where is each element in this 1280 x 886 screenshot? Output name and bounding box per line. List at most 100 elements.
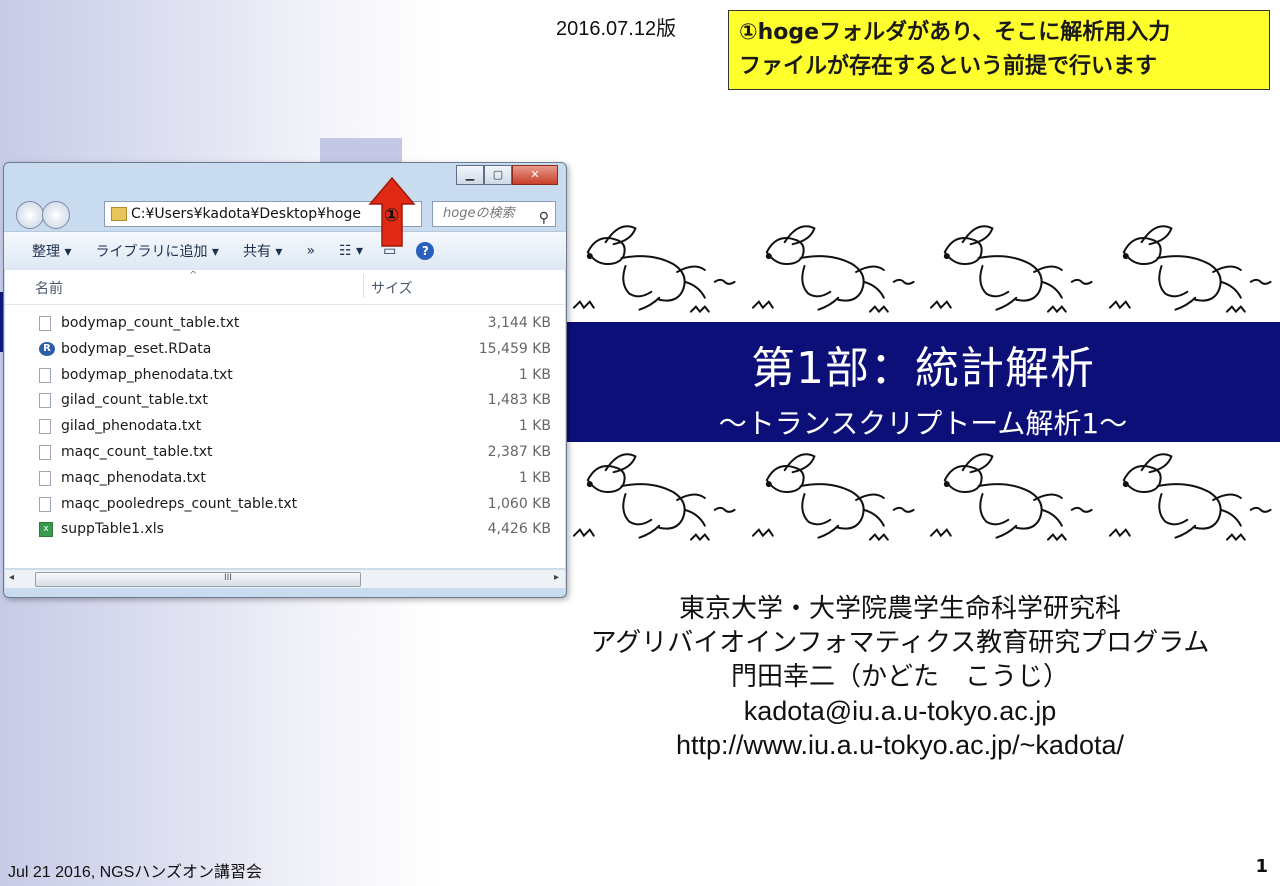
version-label: 2016.07.12版 (556, 18, 677, 40)
file-size: 1 KB (518, 366, 551, 383)
close-button[interactable]: ✕ (512, 165, 558, 185)
add-to-library-menu[interactable]: ライブラリに追加 ▾ (95, 241, 218, 261)
minimize-button[interactable]: ▁ (456, 165, 484, 185)
navigation-bar: C:¥Users¥kadota¥Desktop¥hoge hogeの検索 ⚲ (4, 195, 566, 231)
slide-title: 第1部：統計解析 (751, 343, 1095, 394)
dog-drawing (572, 225, 736, 314)
view-options-icon[interactable]: ☷ ▾ (339, 243, 363, 259)
dog-illustration-row-top (566, 212, 1280, 322)
file-size: 1,483 KB (487, 392, 551, 409)
help-icon[interactable]: ? (416, 242, 435, 260)
search-input[interactable]: hogeの検索 ⚲ (432, 201, 556, 227)
organize-menu[interactable]: 整理 ▾ (32, 241, 71, 261)
r-file-icon: R (39, 341, 55, 356)
dog-drawing (1108, 453, 1272, 542)
file-row[interactable]: bodymap_phenodata.txt 1 KB (5, 364, 565, 390)
scroll-left-icon[interactable]: ◂ (9, 572, 14, 583)
more-commands-button[interactable]: » (306, 243, 315, 259)
excel-file-icon: x (39, 522, 53, 538)
file-size: 1,060 KB (487, 495, 551, 512)
column-separator[interactable] (363, 274, 364, 298)
dog-drawing (751, 453, 915, 542)
file-rows: bodymap_count_table.txt 3,144 KB Rbodymap_… (5, 312, 565, 544)
text-file-icon (39, 419, 51, 435)
text-file-icon (39, 316, 51, 331)
slide-subtitle: ～トランスクリプトーム解析1～ (718, 407, 1128, 440)
callout-line-1: ①hogeフォルダがあり、そこに解析用入力 (739, 20, 1171, 45)
window-titlebar[interactable]: ▁ ▢ ✕ (4, 163, 566, 195)
file-row[interactable]: maqc_count_table.txt 2,387 KB (5, 441, 565, 467)
file-size: 3,144 KB (487, 315, 551, 331)
text-file-icon (39, 496, 51, 512)
file-name: maqc_phenodata.txt (61, 469, 206, 486)
dog-illustration (1102, 440, 1280, 550)
maximize-button[interactable]: ▢ (484, 165, 512, 185)
text-file-icon (39, 393, 51, 409)
file-row[interactable]: gilad_phenodata.txt 1 KB (5, 415, 565, 441)
file-row[interactable]: maqc_phenodata.txt 1 KB (5, 467, 565, 493)
text-file-icon (39, 470, 51, 486)
footer-text: Jul 21 2016, NGSハンズオン講習会 (8, 864, 262, 881)
author-url: http://www.iu.a.u-tokyo.ac.jp/~kadota/ (676, 730, 1124, 760)
scrollbar-thumb[interactable]: III (35, 572, 361, 587)
file-size: 1 KB (518, 418, 551, 435)
file-name: gilad_phenodata.txt (61, 418, 202, 435)
search-icon[interactable]: ⚲ (539, 206, 549, 230)
dog-illustration (1102, 212, 1280, 322)
dog-drawing (929, 453, 1093, 542)
author-affiliation: 東京大学・大学院農学生命科学研究科 (678, 594, 1121, 624)
column-header-name[interactable]: 名前 (35, 278, 63, 298)
column-header-row: ^ 名前 サイズ (5, 270, 565, 305)
file-name: bodymap_count_table.txt (61, 315, 240, 331)
author-block: 東京大学・大学院農学生命科学研究科 アグリバイオインフォマティクス教育研究プログ… (540, 592, 1260, 762)
callout-box: ①hogeフォルダがあり、そこに解析用入力 ファイルが存在するという前提で行いま… (728, 10, 1270, 90)
dog-illustration (745, 440, 924, 550)
dog-illustration (566, 212, 745, 322)
author-name: 門田幸二（かどた こうじ） (730, 662, 1069, 692)
file-list: ^ 名前 サイズ bodymap_count_table.txt 3,144 KB… (5, 270, 565, 568)
dog-illustration (566, 440, 745, 550)
command-toolbar: 整理 ▾ ライブラリに追加 ▾ 共有 ▾ » ☷ ▾ ▭ ? (4, 231, 566, 271)
file-name: maqc_pooledreps_count_table.txt (61, 495, 298, 512)
column-header-size[interactable]: サイズ (371, 278, 413, 298)
search-placeholder: hogeの検索 (443, 206, 515, 221)
folder-icon (111, 207, 127, 221)
file-row[interactable]: Rbodymap_eset.RData 15,459 KB (5, 338, 565, 364)
file-size: 2,387 KB (487, 443, 551, 460)
file-name: maqc_count_table.txt (61, 443, 213, 460)
dog-drawing (572, 453, 736, 542)
callout-marker: ① (384, 205, 400, 226)
author-email: kadota@iu.a.u-tokyo.ac.jp (743, 696, 1057, 726)
dog-drawing (929, 225, 1093, 314)
text-file-icon (39, 367, 51, 383)
file-row[interactable]: bodymap_count_table.txt 3,144 KB (5, 312, 565, 338)
address-path: C:¥Users¥kadota¥Desktop¥hoge (131, 206, 361, 222)
dog-illustration-row-bottom (566, 440, 1280, 550)
file-size: 15,459 KB (478, 340, 551, 357)
dog-illustration (923, 212, 1102, 322)
file-name: bodymap_eset.RData (61, 340, 212, 357)
file-name: gilad_count_table.txt (61, 392, 208, 409)
text-file-icon (39, 444, 51, 460)
file-name: suppTable1.xls (61, 521, 164, 538)
file-row[interactable]: gilad_count_table.txt 1,483 KB (5, 389, 565, 415)
dog-drawing (1108, 225, 1272, 314)
horizontal-scrollbar[interactable]: ◂ III ▸ (5, 569, 565, 588)
file-size: 4,426 KB (487, 521, 551, 538)
page-number: 1 (1255, 856, 1268, 877)
sort-caret-icon: ^ (189, 270, 198, 281)
title-banner: 第1部：統計解析 ～トランスクリプトーム解析1～ (566, 322, 1280, 442)
dog-illustration (745, 212, 924, 322)
scroll-right-icon[interactable]: ▸ (554, 572, 559, 583)
file-row[interactable]: x suppTable1.xls 4,426 KB (5, 518, 565, 544)
dog-drawing (751, 225, 915, 314)
file-size: 1 KB (518, 469, 551, 486)
author-program: アグリバイオインフォマティクス教育研究プログラム (590, 628, 1210, 658)
explorer-window: ▁ ▢ ✕ C:¥Users¥kadota¥Desktop¥hoge hogeの… (3, 162, 567, 598)
share-menu[interactable]: 共有 ▾ (243, 241, 282, 261)
callout-line-2: ファイルが存在するという前提で行います (739, 54, 1158, 79)
forward-button[interactable] (42, 201, 70, 229)
back-button[interactable] (16, 201, 44, 229)
dog-illustration (923, 440, 1102, 550)
file-row[interactable]: maqc_pooledreps_count_table.txt 1,060 KB (5, 493, 565, 519)
